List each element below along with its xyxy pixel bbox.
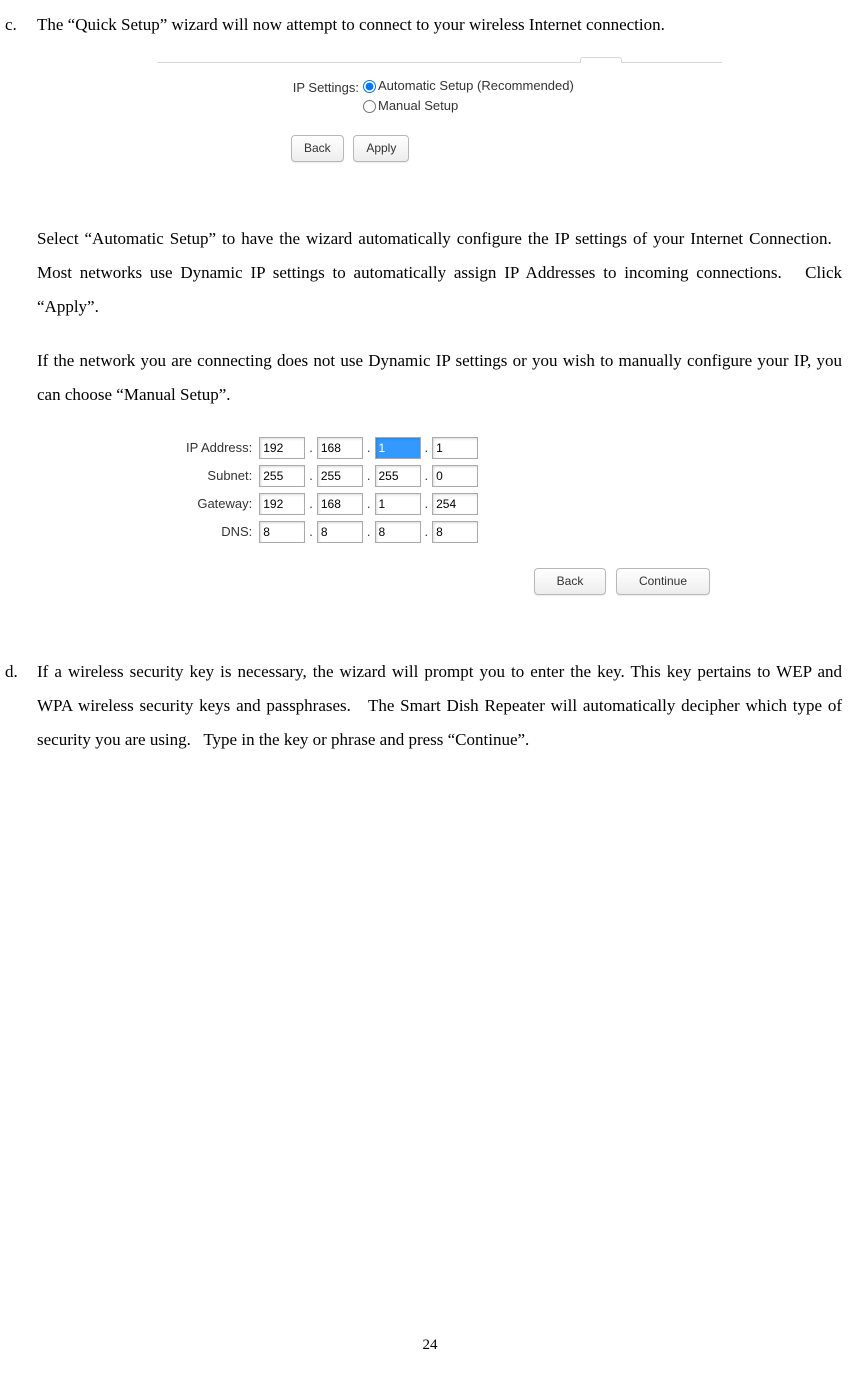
page-number: 24: [0, 1338, 860, 1353]
gateway-octet-4[interactable]: [432, 493, 478, 515]
screenshot-manual-ip: IP Address: ... Subnet: ... Gateway:: [157, 432, 722, 595]
subnet-label: Subnet:: [185, 464, 258, 488]
subnet-octet-4[interactable]: [432, 465, 478, 487]
dns-octet-3[interactable]: [375, 521, 421, 543]
ip-octet-2[interactable]: [317, 437, 363, 459]
radio-automatic-setup-label: Automatic Setup (Recommended): [378, 77, 574, 95]
gateway-octet-2[interactable]: [317, 493, 363, 515]
radio-automatic-setup[interactable]: [363, 80, 376, 93]
subnet-octet-1[interactable]: [259, 465, 305, 487]
screenshot-ip-settings: IP Settings: Automatic Setup (Recommende…: [157, 62, 722, 162]
ip-octet-3[interactable]: [375, 437, 421, 459]
subnet-octet-2[interactable]: [317, 465, 363, 487]
radio-manual-setup[interactable]: [363, 100, 376, 113]
item-d-para-1: If a wireless security key is necessary,…: [37, 655, 842, 757]
list-body-d: If a wireless security key is necessary,…: [37, 655, 842, 777]
list-marker-c: c.: [5, 8, 37, 655]
back-button[interactable]: Back: [291, 135, 344, 162]
item-c-para-2: Select “Automatic Setup” to have the wiz…: [37, 222, 842, 324]
list-body-c: The “Quick Setup” wizard will now attemp…: [37, 8, 842, 655]
ip-settings-label: IP Settings:: [289, 77, 363, 117]
dns-octet-4[interactable]: [432, 521, 478, 543]
subnet-octet-3[interactable]: [375, 465, 421, 487]
dns-label: DNS:: [185, 520, 258, 544]
item-c-para-1: The “Quick Setup” wizard will now attemp…: [37, 8, 842, 42]
list-item-c: c. The “Quick Setup” wizard will now att…: [5, 8, 842, 655]
list-marker-d: d.: [5, 655, 37, 777]
gateway-octet-1[interactable]: [259, 493, 305, 515]
list-item-d: d. If a wireless security key is necessa…: [5, 655, 842, 777]
back-button[interactable]: Back: [534, 568, 607, 595]
apply-button[interactable]: Apply: [353, 135, 409, 162]
dns-octet-1[interactable]: [259, 521, 305, 543]
item-c-para-3: If the network you are connecting does n…: [37, 344, 842, 412]
ip-octet-1[interactable]: [259, 437, 305, 459]
ip-octet-4[interactable]: [432, 437, 478, 459]
dns-octet-2[interactable]: [317, 521, 363, 543]
gateway-octet-3[interactable]: [375, 493, 421, 515]
radio-manual-setup-label: Manual Setup: [378, 97, 458, 115]
ip-address-label: IP Address:: [185, 436, 258, 460]
tab-bar-decoration: [157, 62, 722, 63]
gateway-label: Gateway:: [185, 492, 258, 516]
continue-button[interactable]: Continue: [616, 568, 710, 595]
